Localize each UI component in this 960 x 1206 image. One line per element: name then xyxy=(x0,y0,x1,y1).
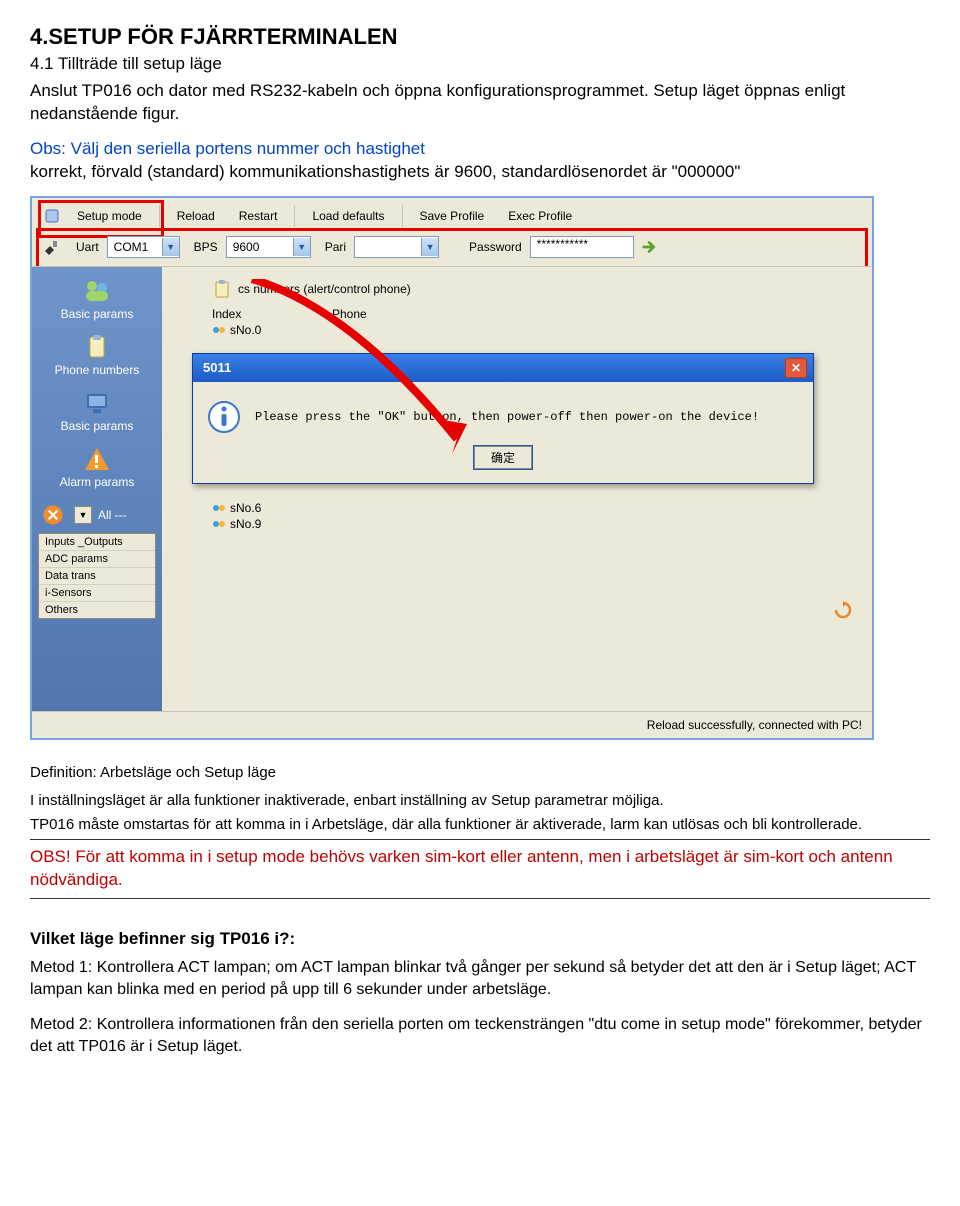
save-profile-button[interactable]: Save Profile xyxy=(411,204,494,228)
info-icon xyxy=(207,400,241,434)
warning-icon xyxy=(82,445,112,473)
definition-p2: TP016 måste omstartas för att komma in i… xyxy=(30,815,930,835)
statusbar: Reload successfully, connected with PC! xyxy=(32,711,872,738)
bullet-icon xyxy=(212,323,226,337)
param-row: Uart COM1 ▼ BPS 9600 ▼ Pari ▼ Password *… xyxy=(32,232,872,266)
plug-icon xyxy=(42,237,62,257)
monitor-icon xyxy=(82,389,112,417)
uart-select[interactable]: COM1 ▼ xyxy=(107,236,180,258)
clipboard-icon xyxy=(212,279,232,299)
sidebar-item-adc[interactable]: ADC params xyxy=(39,551,155,568)
arrows-icon xyxy=(38,501,68,529)
intro-paragraph: Anslut TP016 och dator med RS232-kabeln … xyxy=(30,80,930,126)
modal-title-text: 5011 xyxy=(203,360,231,375)
uart-label: Uart xyxy=(76,240,99,254)
table-row: sNo.9 xyxy=(212,517,862,531)
modal-buttons: 确定 xyxy=(193,446,813,483)
setup-icon xyxy=(42,206,62,226)
separator xyxy=(402,205,403,227)
app-window: Setup mode Reload Restart Load defaults … xyxy=(30,196,874,740)
load-defaults-button[interactable]: Load defaults xyxy=(303,204,393,228)
sidebar-item-phone[interactable]: Phone numbers xyxy=(32,327,162,383)
pari-select[interactable]: ▼ xyxy=(354,236,439,258)
pari-label: Pari xyxy=(325,240,346,254)
sidebar-label: Basic params xyxy=(61,419,134,433)
refresh-icon[interactable] xyxy=(834,601,852,619)
row-index: sNo.0 xyxy=(230,323,261,337)
table-row: sNo.0 xyxy=(212,323,862,337)
separator xyxy=(159,205,160,227)
setup-mode-button[interactable]: Setup mode xyxy=(68,204,151,228)
close-icon[interactable]: ✕ xyxy=(785,358,807,378)
password-input[interactable]: *********** xyxy=(530,236,634,258)
uart-value: COM1 xyxy=(108,240,162,254)
content-area: cs numbers (alert/control phone) Index P… xyxy=(162,267,872,711)
bullet-icon xyxy=(212,501,226,515)
sidebar-item-isensors[interactable]: i-Sensors xyxy=(39,585,155,602)
row-index: sNo.6 xyxy=(230,501,261,515)
restart-button[interactable]: Restart xyxy=(230,204,287,228)
sidebar-item-basic[interactable]: Basic params xyxy=(32,271,162,327)
table-header: Index Phone xyxy=(212,307,862,321)
sidebar-label: Alarm params xyxy=(60,475,135,489)
heading-1: 4.SETUP FÖR FJÄRRTERMINALEN xyxy=(30,24,930,50)
obs-line-2: korrekt, förvald (standard) kommunikatio… xyxy=(30,162,740,181)
password-label: Password xyxy=(469,240,522,254)
ok-button[interactable]: 确定 xyxy=(474,446,532,469)
obs-paragraph: Obs: Välj den seriella portens nummer oc… xyxy=(30,138,930,184)
row-index: sNo.9 xyxy=(230,517,261,531)
sidebar-item-basic2[interactable]: Basic params xyxy=(32,383,162,439)
sidebar-item-data[interactable]: Data trans xyxy=(39,568,155,585)
bullet-icon xyxy=(212,517,226,531)
modal-titlebar: 5011 ✕ xyxy=(193,354,813,382)
sidebar-item-alarm[interactable]: Alarm params xyxy=(32,439,162,495)
modal-body: Please press the "OK" button, then power… xyxy=(193,382,813,446)
divider xyxy=(30,898,930,899)
content-header-text: cs numbers (alert/control phone) xyxy=(238,282,411,296)
obs-line-1: Obs: Välj den seriella portens nummer oc… xyxy=(30,139,425,158)
separator xyxy=(294,205,295,227)
method-2: Metod 2: Kontrollera informationen från … xyxy=(30,1014,930,1057)
definition-p1: I inställningsläget är alla funktioner i… xyxy=(30,791,930,811)
definition-title: Definition: Arbetsläge och Setup läge xyxy=(30,764,930,781)
col-index: Index xyxy=(212,307,292,321)
table-row: sNo.6 xyxy=(212,501,862,515)
modal-message: Please press the "OK" button, then power… xyxy=(255,410,759,424)
bps-label: BPS xyxy=(194,240,218,254)
divider xyxy=(30,839,930,840)
main-area: Basic params Phone numbers Basic params … xyxy=(32,266,872,711)
sidebar-label: Phone numbers xyxy=(55,363,140,377)
method-1: Metod 1: Kontrollera ACT lampan; om ACT … xyxy=(30,957,930,1000)
sidebar-label: All --- xyxy=(98,508,127,522)
chevron-down-icon: ▼ xyxy=(421,238,438,256)
go-icon[interactable] xyxy=(640,237,660,257)
reload-button[interactable]: Reload xyxy=(168,204,224,228)
sidebar-item-all[interactable]: ▼ All --- xyxy=(32,495,162,531)
col-phone: Phone xyxy=(332,307,367,321)
bps-select[interactable]: 9600 ▼ xyxy=(226,236,311,258)
toolbar: Setup mode Reload Restart Load defaults … xyxy=(32,198,872,232)
exec-profile-button[interactable]: Exec Profile xyxy=(499,204,581,228)
chevron-down-icon: ▼ xyxy=(74,506,92,524)
bps-value: 9600 xyxy=(227,240,293,254)
chevron-down-icon: ▼ xyxy=(293,238,310,256)
sidebar: Basic params Phone numbers Basic params … xyxy=(32,267,162,711)
content-header: cs numbers (alert/control phone) xyxy=(212,279,862,299)
question-heading: Vilket läge befinner sig TP016 i?: xyxy=(30,929,930,949)
sidebar-item-others[interactable]: Others xyxy=(39,602,155,618)
heading-2: 4.1 Tillträde till setup läge xyxy=(30,54,930,74)
warning-text: OBS! För att komma in i setup mode behöv… xyxy=(30,846,930,892)
modal-dialog: 5011 ✕ Please press the "OK" button, the… xyxy=(192,353,814,484)
sidebar-sublist: Inputs _Outputs ADC params Data trans i-… xyxy=(38,533,156,619)
clipboard-icon xyxy=(82,333,112,361)
sidebar-item-io[interactable]: Inputs _Outputs xyxy=(39,534,155,551)
sidebar-label: Basic params xyxy=(61,307,134,321)
people-icon xyxy=(82,277,112,305)
chevron-down-icon: ▼ xyxy=(162,238,179,256)
